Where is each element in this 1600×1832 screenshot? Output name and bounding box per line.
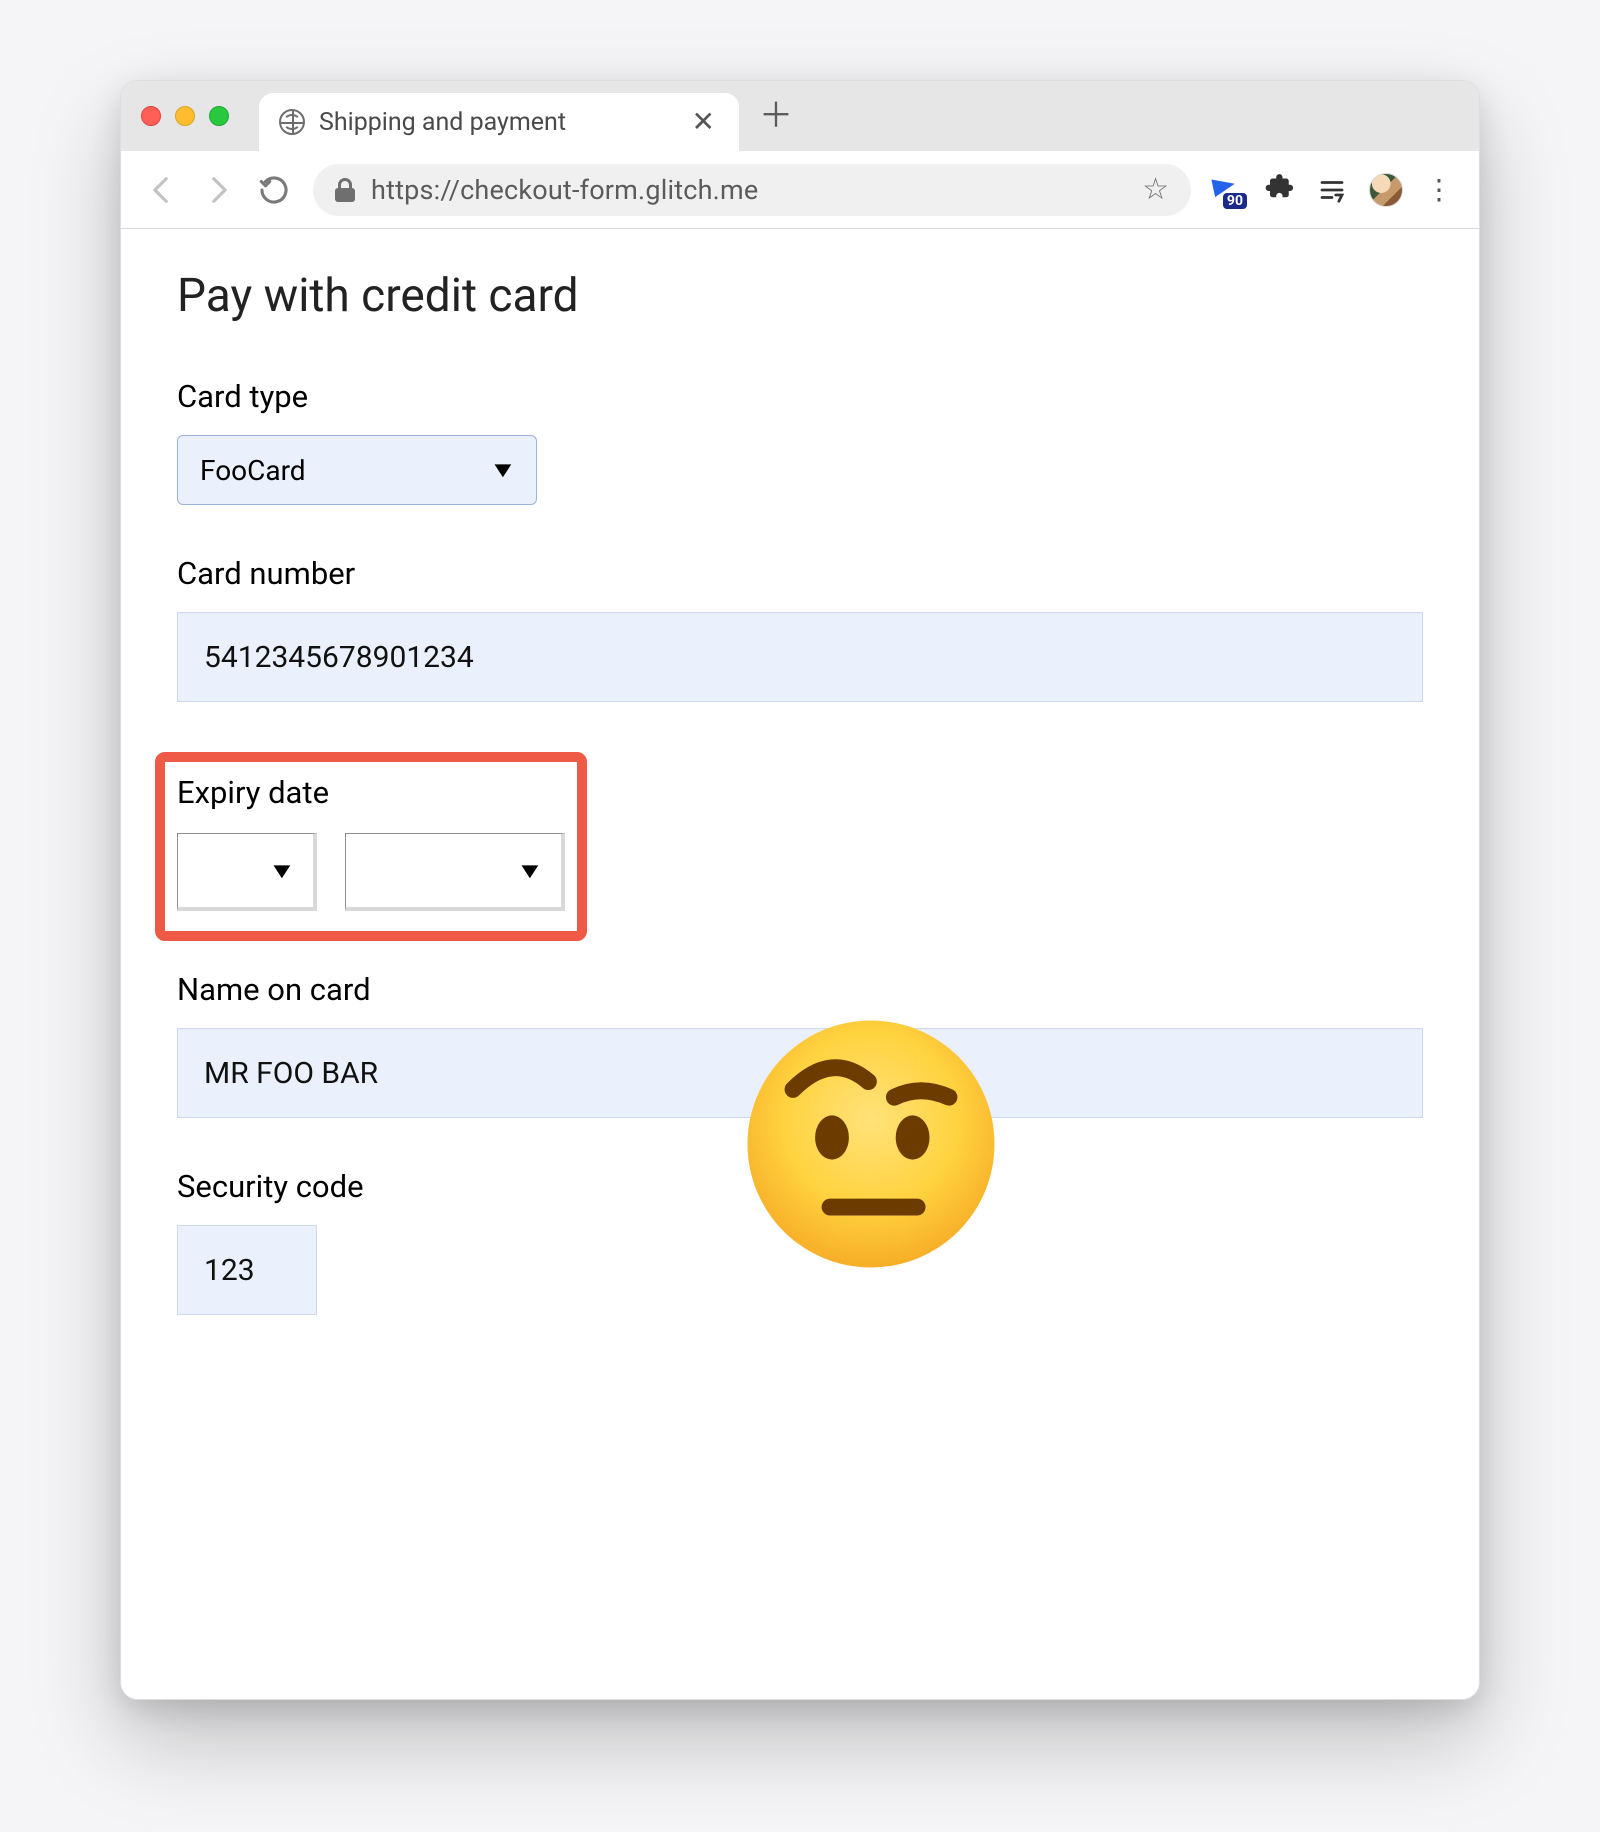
security-code-label: Security code [177,1168,1423,1205]
reload-button[interactable] [257,173,291,207]
tab-strip: Shipping and payment ✕ ＋ [121,81,1479,151]
new-tab-button[interactable]: ＋ [759,99,793,133]
field-card-type: Card type FooCard ▼ [177,378,1423,505]
chevron-down-icon: ▼ [516,858,544,884]
extensions-icon[interactable] [1265,171,1295,209]
security-code-input[interactable]: 123 [177,1225,317,1315]
chevron-down-icon: ▼ [268,858,296,884]
address-bar-url: https://checkout-form.glitch.me [371,174,758,206]
browser-tab-active[interactable]: Shipping and payment ✕ [259,93,739,151]
window-close-button[interactable] [141,106,161,126]
globe-icon [279,109,305,135]
bookmark-star-icon[interactable]: ☆ [1142,172,1169,207]
card-type-select[interactable]: FooCard ▼ [177,435,537,505]
name-on-card-label: Name on card [177,971,1423,1008]
card-type-label: Card type [177,378,1423,415]
lighthouse-score-badge: 90 [1223,193,1247,209]
expiry-label: Expiry date [177,774,565,811]
field-card-number: Card number 5412345678901234 [177,555,1423,702]
window-maximize-button[interactable] [209,106,229,126]
chevron-down-icon: ▼ [489,457,517,483]
card-type-value: FooCard [200,454,306,487]
field-name-on-card: Name on card MR FOO BAR [177,971,1423,1118]
name-on-card-input[interactable]: MR FOO BAR [177,1028,1423,1118]
security-code-value: 123 [204,1253,255,1288]
reading-list-icon[interactable] [1317,175,1347,205]
expiry-month-select[interactable]: ▼ [177,833,317,911]
back-button[interactable] [145,173,179,207]
tab-close-button[interactable]: ✕ [692,108,715,136]
browser-menu-button[interactable]: ⋮ [1425,173,1455,206]
name-on-card-value: MR FOO BAR [204,1056,378,1091]
field-security-code: Security code 123 [177,1168,1423,1315]
expiry-year-select[interactable]: ▼ [345,833,565,911]
card-number-label: Card number [177,555,1423,592]
toolbar-right-cluster: 90 ⋮ [1213,171,1455,209]
address-bar[interactable]: https://checkout-form.glitch.me ☆ [313,164,1191,216]
browser-window: Shipping and payment ✕ ＋ https://checkou… [120,80,1480,1700]
tab-title: Shipping and payment [319,108,566,137]
window-traffic-lights [141,106,229,126]
profile-avatar[interactable] [1369,173,1403,207]
forward-button[interactable] [201,173,235,207]
expiry-row: ▼ ▼ [177,833,565,911]
page-title: Pay with credit card [177,269,1423,323]
card-number-input[interactable]: 5412345678901234 [177,612,1423,702]
expiry-highlight-box: Expiry date ▼ ▼ [155,752,587,941]
page-viewport: Pay with credit card Card type FooCard ▼… [121,229,1479,1699]
window-minimize-button[interactable] [175,106,195,126]
lock-icon [335,178,355,202]
card-number-value: 5412345678901234 [204,640,474,675]
lighthouse-extension-icon[interactable]: 90 [1213,175,1243,205]
browser-toolbar: https://checkout-form.glitch.me ☆ 90 ⋮ [121,151,1479,229]
